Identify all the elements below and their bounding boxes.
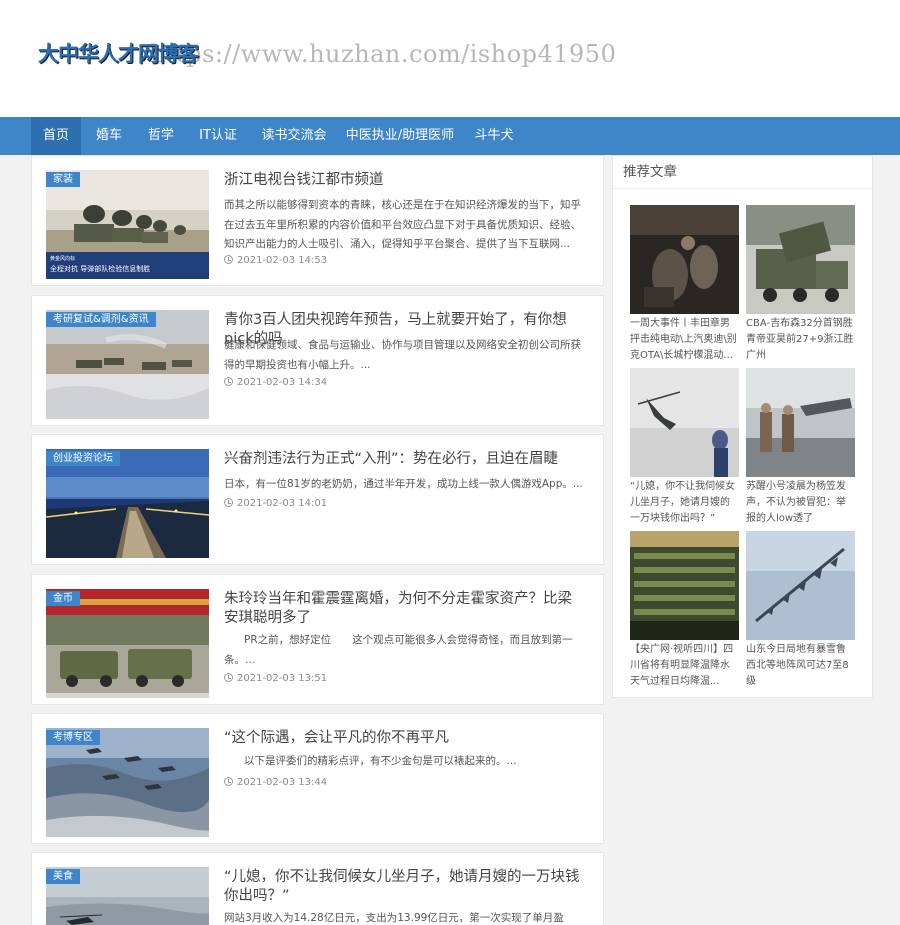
clock-icon xyxy=(224,498,233,507)
recommended-caption[interactable]: 【央广网·视听四川】四川省将有明显降温降水天气过程日均降温... xyxy=(630,642,739,690)
recommended-caption[interactable]: 苏醒小号凌晨为杨笠发声，不认为被冒犯：举报的人low透了 xyxy=(746,479,855,527)
clock-icon xyxy=(224,777,233,786)
post-card: 创业投资论坛 兴奋剂违法行为正式“入刑”：势在必行，且迫在眉睫 日本，有一位81… xyxy=(31,434,604,565)
svg-text:全程对抗 导弹部队检验信息制胜: 全程对抗 导弹部队检验信息制胜 xyxy=(50,264,150,273)
post-category-tag[interactable]: 创业投资论坛 xyxy=(46,451,120,466)
nav-item-reading-club[interactable]: 读书交流会 xyxy=(256,117,332,155)
recommended-caption[interactable]: CBA-吉布森32分首钢胜青帝亚昊前27+9浙江胜广州 xyxy=(746,316,855,364)
post-card: 考博专区 “这个际遇，会让平凡的你不再平凡 以下是评委们的精彩点评，有不少金句是… xyxy=(31,713,604,844)
post-title[interactable]: 朱玲玲当年和霍震霆离婚，为何不分走霍家资产？比梁安琪聪明多了 xyxy=(224,590,586,628)
post-category-tag[interactable]: 金币 xyxy=(46,591,80,606)
post-title[interactable]: “儿媳，你不让我伺候女儿坐月子，她请月嫂的一万块钱你出吗？” xyxy=(224,868,586,906)
post-excerpt: PR之前，想好定位 这个观点可能很多人会觉得奇怪，而且放到第一条。... xyxy=(224,634,573,666)
sidebar-recommended: 推荐文章 一周大事件丨丰田章男抨击纯电动\上汽奥迪\别克OTA\长城柠檬混动..… xyxy=(612,155,873,698)
post-thumbnail[interactable]: 创业投资论坛 xyxy=(46,449,209,558)
pilots-runway-image xyxy=(746,368,855,477)
clock-icon xyxy=(224,673,233,682)
post-thumbnail[interactable]: 美食 xyxy=(46,867,209,925)
recommended-thumbnail[interactable] xyxy=(630,205,739,314)
post-excerpt: 健康和保健领域、食品与运输业、协作与项目管理以及网络安全初创公司所获得的早期投资… xyxy=(224,339,581,371)
post-card: 黄金风向标 全程对抗 导弹部队检验信息制胜 家装 浙江电视台钱江都市频道 而其之… xyxy=(31,155,604,286)
sidebar-title: 推荐文章 xyxy=(613,156,872,189)
aircraft-flyover-image xyxy=(746,531,855,640)
recommended-thumbnail[interactable] xyxy=(630,368,739,477)
main-nav: 首页 婚车 哲学 IT认证 读书交流会 中医执业/助理医师 斗牛犬 xyxy=(0,117,900,155)
recommended-item[interactable]: CBA-吉布森32分首钢胜青帝亚昊前27+9浙江胜广州 xyxy=(746,205,855,364)
watermark-text: https://www.huzhan.com/ishop41950 xyxy=(150,40,617,68)
post-card: 美食 “儿媳，你不让我伺候女儿坐月子，她请月嫂的一万块钱你出吗？” 网站3月收入… xyxy=(31,852,604,925)
nav-item-bulldog[interactable]: 斗牛犬 xyxy=(469,117,519,155)
nav-item-home[interactable]: 首页 xyxy=(31,117,81,155)
post-excerpt: 网站3月收入为14.28亿日元，支出为13.99亿日元，第一次实现了单月盈利。.… xyxy=(224,912,564,924)
post-card: 金币 朱玲玲当年和霍震霆离婚，为何不分走霍家资产？比梁安琪聪明多了 PR之前，想… xyxy=(31,574,604,705)
recommended-thumbnail[interactable] xyxy=(746,531,855,640)
post-title[interactable]: “这个际遇，会让平凡的你不再平凡 xyxy=(224,729,586,748)
recommended-item[interactable]: “儿媳，你不让我伺候女儿坐月子，她请月嫂的一万块钱你出吗？” xyxy=(630,368,739,527)
nav-item-philosophy[interactable]: 哲学 xyxy=(139,117,183,155)
post-thumbnail[interactable]: 考研复试&调剂&资讯 xyxy=(46,310,209,419)
helicopter-sky-image xyxy=(630,368,739,477)
clock-icon xyxy=(224,255,233,264)
post-excerpt: 以下是评委们的精彩点评，有不少金句是可以裱起来的。... xyxy=(244,755,517,767)
nav-item-tcm-physician[interactable]: 中医执业/助理医师 xyxy=(343,117,457,155)
post-thumbnail[interactable]: 黄金风向标 全程对抗 导弹部队检验信息制胜 家装 xyxy=(46,170,209,279)
post-card: 考研复试&调剂&资讯 青你3百人团央视跨年预告，马上就要开始了，有你想pick的… xyxy=(31,295,604,426)
missile-launcher-image xyxy=(746,205,855,314)
recommended-thumbnail[interactable] xyxy=(746,205,855,314)
site-logo[interactable]: 大中华人才网博客 xyxy=(38,38,199,68)
post-thumbnail[interactable]: 金币 xyxy=(46,589,209,698)
recommended-item[interactable]: 【央广网·视听四川】四川省将有明显降温降水天气过程日均降温... xyxy=(630,531,739,690)
nav-item-wedding-car[interactable]: 婚车 xyxy=(86,117,132,155)
post-date: 2021-02-03 13:44 xyxy=(224,777,327,788)
recommended-thumbnail[interactable] xyxy=(746,368,855,477)
post-category-tag[interactable]: 考博专区 xyxy=(46,730,100,745)
svg-text:黄金风向标: 黄金风向标 xyxy=(50,255,75,262)
clock-icon xyxy=(224,377,233,386)
recommended-caption[interactable]: 山东今日局地有暴雪鲁西北等地阵风可达7至8级 xyxy=(746,642,855,690)
recommended-thumbnail[interactable] xyxy=(630,531,739,640)
post-category-tag[interactable]: 考研复试&调剂&资讯 xyxy=(46,312,156,327)
post-date: 2021-02-03 14:01 xyxy=(224,498,327,509)
post-category-tag[interactable]: 家装 xyxy=(46,172,80,187)
post-date: 2021-02-03 14:53 xyxy=(224,255,327,266)
nav-item-it-cert[interactable]: IT认证 xyxy=(192,117,244,155)
recommended-caption[interactable]: “儿媳，你不让我伺候女儿坐月子，她请月嫂的一万块钱你出吗？” xyxy=(630,479,739,527)
post-date: 2021-02-03 14:34 xyxy=(224,377,327,388)
soldiers-night-image xyxy=(630,205,739,314)
post-date: 2021-02-03 13:51 xyxy=(224,673,327,684)
recommended-item[interactable]: 苏醒小号凌晨为杨笠发声，不认为被冒犯：举报的人low透了 xyxy=(746,368,855,527)
post-thumbnail[interactable]: 考博专区 xyxy=(46,728,209,837)
post-title[interactable]: 浙江电视台钱江都市频道 xyxy=(224,171,586,190)
post-title[interactable]: 兴奋剂违法行为正式“入刑”：势在必行，且迫在眉睫 xyxy=(224,450,586,469)
post-excerpt: 而其之所以能够得到资本的青睐，核心还是在于在知识经济爆发的当下，知乎在过去五年里… xyxy=(224,199,581,250)
recommended-caption[interactable]: 一周大事件丨丰田章男抨击纯电动\上汽奥迪\别克OTA\长城柠檬混动... xyxy=(630,316,739,364)
troops-formation-image xyxy=(630,531,739,640)
recommended-item[interactable]: 一周大事件丨丰田章男抨击纯电动\上汽奥迪\别克OTA\长城柠檬混动... xyxy=(630,205,739,364)
site-header: https://www.huzhan.com/ishop41950 大中华人才网… xyxy=(0,0,900,117)
recommended-item[interactable]: 山东今日局地有暴雪鲁西北等地阵风可达7至8级 xyxy=(746,531,855,690)
post-excerpt: 日本，有一位81岁的老奶奶，通过半年开发，成功上线一款人偶游戏App。... xyxy=(224,478,583,490)
post-category-tag[interactable]: 美食 xyxy=(46,869,80,884)
